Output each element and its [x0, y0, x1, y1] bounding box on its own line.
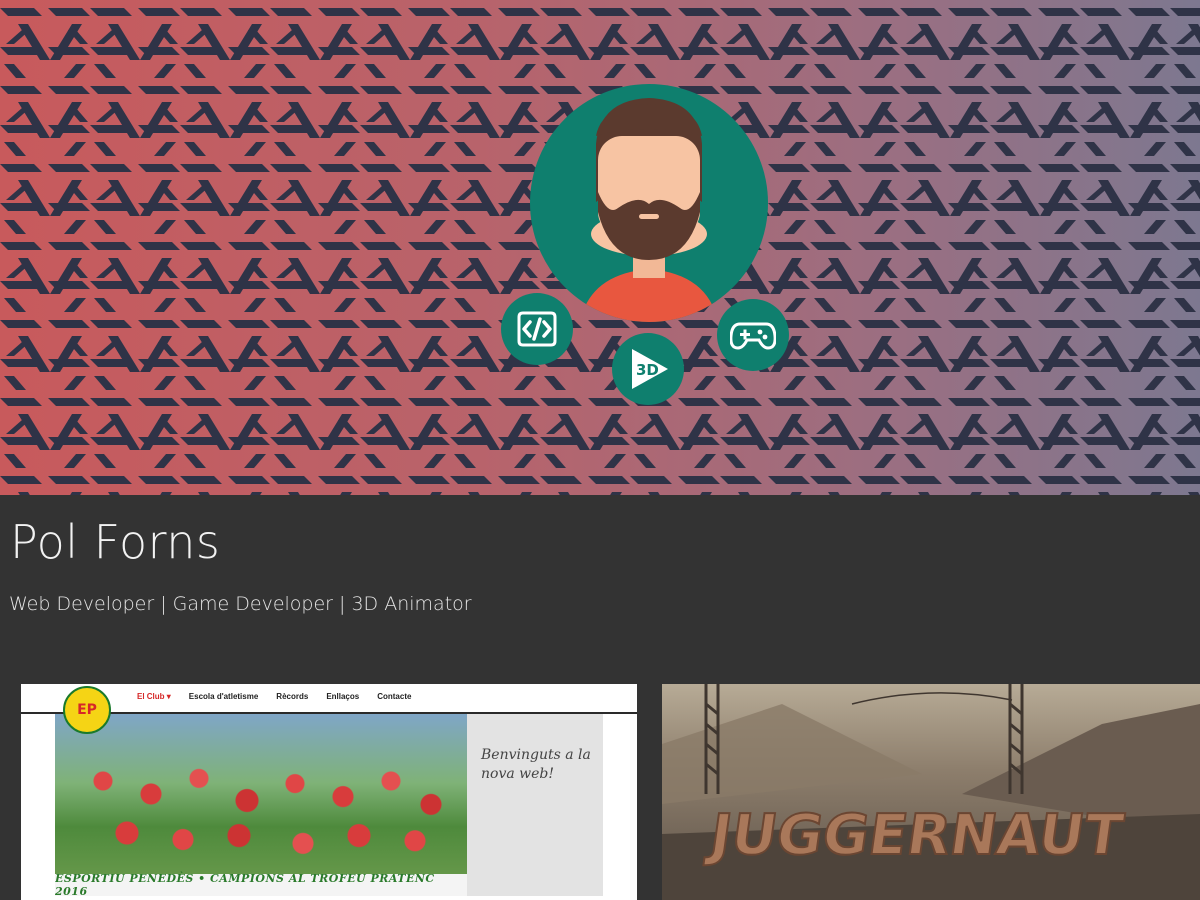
gamepad-icon: [730, 322, 776, 350]
preview-menu-item: Contacte: [377, 692, 412, 701]
project-card-juggernaut-game[interactable]: JUGGERNAUT: [662, 684, 1200, 900]
team-photo: [63, 742, 463, 872]
avatar-illustration: [580, 98, 718, 322]
game-screenshot: JUGGERNAUT: [662, 684, 1200, 900]
profile-subtitle: Web Developer | Game Developer | 3D Anim…: [9, 593, 472, 615]
game-title-art: JUGGERNAUT: [702, 803, 1127, 868]
project-preview-navbar: El Club ▾ Escola d'atletisme Rècords Enl…: [21, 684, 637, 714]
project-preview-welcome-panel: Benvinguts a la nova web!: [467, 714, 603, 896]
club-logo: EP: [63, 686, 111, 734]
profile-name: Pol Forns: [10, 515, 221, 569]
project-preview-caption: ESPORTIU PENEDÈS • CAMPIONS AL TROFEU PR…: [55, 872, 467, 896]
preview-menu-item: Enllaços: [326, 692, 360, 701]
code-icon: [517, 311, 557, 347]
skill-web-dev: [501, 293, 573, 365]
skill-game-dev: [717, 299, 789, 371]
project-preview-photo: ESPORTIU PENEDÈS • CAMPIONS AL TROFEU PR…: [55, 714, 467, 896]
hero-banner: 3D: [0, 0, 1200, 495]
svg-text:3D: 3D: [636, 361, 659, 379]
3d-icon: 3D: [632, 349, 668, 389]
project-card-athletics-website[interactable]: El Club ▾ Escola d'atletisme Rècords Enl…: [21, 684, 637, 900]
avatar: [530, 84, 768, 322]
preview-menu-item: El Club ▾: [137, 692, 171, 701]
project-preview-menu: El Club ▾ Escola d'atletisme Rècords Enl…: [137, 692, 411, 701]
preview-menu-item: Escola d'atletisme: [188, 692, 259, 701]
skill-3d-animation: 3D: [612, 333, 684, 405]
preview-menu-item: Rècords: [276, 692, 309, 701]
project-preview-welcome-text: Benvinguts a la nova web!: [481, 747, 591, 782]
game-scene-art: JUGGERNAUT: [662, 684, 1200, 900]
profile-section: Pol Forns Web Developer | Game Developer…: [0, 495, 1200, 900]
